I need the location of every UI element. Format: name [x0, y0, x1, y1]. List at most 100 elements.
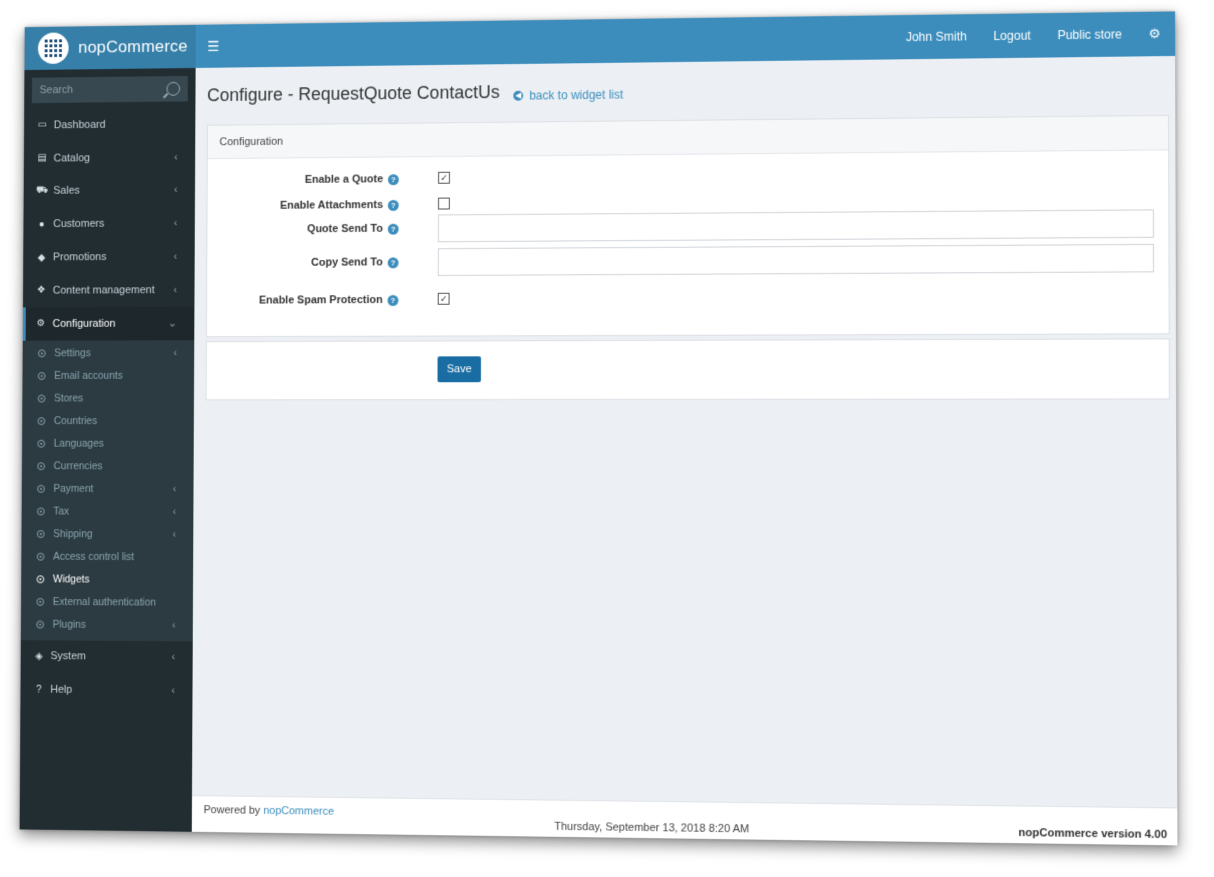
sidebar-subitem-external-authentication[interactable]: External authentication — [21, 591, 193, 615]
cart-icon: ⛟ — [36, 185, 49, 196]
sidebar-subitem-email-accounts[interactable]: Email accounts — [22, 364, 194, 387]
menu-toggle-icon[interactable]: ☰ — [207, 38, 219, 55]
title-row: Configure - RequestQuote ContactUs ◀ bac… — [207, 81, 623, 106]
chevron-left-icon: ‹ — [172, 529, 176, 541]
powered-prefix: Powered by — [203, 804, 261, 817]
subitem-label: Shipping — [53, 528, 93, 541]
sidebar-item-label: Configuration — [52, 317, 116, 330]
back-to-widget-list-link[interactable]: ◀ back to widget list — [513, 88, 623, 103]
sidebar-subitem-widgets[interactable]: Widgets — [21, 568, 193, 592]
sidebar-subitem-settings[interactable]: Settings ‹ — [23, 342, 195, 365]
sidebar-item-configuration[interactable]: ⚙ Configuration ⌄ — [22, 306, 195, 341]
label-text: Enable Spam Protection — [258, 294, 383, 307]
subitem-label: Tax — [53, 505, 70, 518]
subitem-label: Currencies — [53, 460, 103, 473]
sidebar-item-label: Sales — [53, 185, 80, 198]
sidebar-item-label: Dashboard — [53, 118, 106, 132]
circle-icon — [36, 620, 45, 629]
user-name-link[interactable]: John Smith — [906, 29, 967, 44]
actions-panel: Save — [205, 338, 1170, 401]
save-button[interactable]: Save — [437, 356, 481, 383]
search-icon[interactable] — [166, 81, 181, 96]
back-link-label: back to widget list — [529, 87, 624, 103]
subitem-label: Email accounts — [54, 370, 123, 382]
help-icon[interactable]: ? — [387, 256, 399, 268]
chevron-left-icon: ‹ — [173, 284, 178, 296]
sidebar-subitem-languages[interactable]: Languages — [22, 432, 194, 455]
logo-icon — [37, 32, 69, 65]
logout-link[interactable]: Logout — [993, 28, 1031, 43]
copy-send-to-row: Copy Send To ? — [207, 243, 1168, 279]
sidebar-subitem-stores[interactable]: Stores — [22, 387, 194, 410]
subitem-label: Stores — [53, 392, 84, 405]
sidebar-item-promotions[interactable]: ◆ Promotions ‹ — [23, 240, 195, 274]
subitem-label: Languages — [53, 437, 104, 450]
book-icon: ▤ — [37, 152, 47, 164]
sidebar-item-content-management[interactable]: ❖ Content management ‹ — [23, 273, 195, 307]
chevron-left-icon: ‹ — [174, 151, 178, 164]
user-icon: ● — [38, 219, 45, 230]
subitem-label: Plugins — [52, 618, 86, 631]
gears-icon[interactable]: ⚙ — [1149, 26, 1161, 42]
help-icon[interactable]: ? — [387, 199, 399, 211]
chevron-left-icon: ‹ — [173, 347, 177, 359]
configuration-panel: Configuration Enable a Quote ? ✓ Enable … — [205, 114, 1170, 338]
search-placeholder: Search — [39, 84, 74, 97]
question-icon: ? — [36, 684, 42, 696]
sidebar-item-label: Help — [50, 684, 73, 697]
chevron-left-icon: ‹ — [172, 506, 176, 518]
logo[interactable]: nopCommerce — [24, 24, 196, 71]
circle-icon — [37, 394, 46, 403]
circle-icon — [37, 462, 45, 471]
circle-icon — [36, 507, 45, 516]
public-store-link[interactable]: Public store — [1057, 27, 1121, 42]
admin-window: nopCommerce Search ▭ Dashboard ▤ Catalog… — [19, 11, 1178, 846]
sidebar-subitem-currencies[interactable]: Currencies — [22, 455, 194, 478]
circle-icon — [36, 530, 45, 539]
app-name: nopCommerce — [78, 36, 188, 57]
arrow-circle-left-icon: ◀ — [513, 90, 524, 101]
sidebar-subitem-countries[interactable]: Countries — [22, 410, 194, 433]
chevron-down-icon: ⌄ — [167, 317, 177, 330]
sidebar-item-dashboard[interactable]: ▭ Dashboard — [24, 107, 195, 142]
sidebar-subitem-tax[interactable]: Tax ‹ — [22, 500, 194, 523]
enable-spam-protection-checkbox[interactable]: ✓ — [437, 292, 450, 305]
subitem-label: Payment — [53, 483, 94, 495]
enable-quote-checkbox[interactable]: ✓ — [438, 171, 450, 184]
help-icon[interactable]: ? — [387, 223, 399, 235]
panel-title: Configuration — [207, 115, 1169, 160]
sidebar-item-label: Content management — [52, 284, 155, 297]
circle-icon — [37, 439, 46, 448]
enable-attachments-checkbox[interactable] — [438, 197, 450, 210]
subitem-label: External authentication — [52, 596, 156, 609]
cubes-icon: ❖ — [36, 285, 46, 297]
label-text: Enable a Quote — [304, 173, 384, 186]
subitem-label: Access control list — [53, 550, 135, 564]
circle-icon — [37, 417, 46, 426]
chevron-left-icon: ‹ — [173, 217, 178, 230]
sidebar-item-customers[interactable]: ● Customers ‹ — [23, 207, 195, 241]
sidebar-subitem-shipping[interactable]: Shipping ‹ — [21, 523, 193, 546]
help-icon[interactable]: ? — [387, 173, 399, 185]
quote-send-to-input[interactable] — [437, 209, 1154, 243]
sidebar-item-sales[interactable]: ⛟ Sales ‹ — [24, 174, 196, 209]
sidebar-item-catalog[interactable]: ▤ Catalog ‹ — [24, 140, 195, 175]
sidebar-item-label: Catalog — [53, 152, 91, 165]
sidebar-item-system[interactable]: ◈ System ‹ — [21, 640, 193, 675]
enable-spam-protection-label: Enable Spam Protection ? — [258, 294, 399, 307]
sidebar-subitem-plugins[interactable]: Plugins ‹ — [21, 613, 193, 637]
help-icon[interactable]: ? — [387, 294, 399, 306]
sidebar-item-help[interactable]: ? Help ‹ — [20, 673, 192, 708]
page-title: Configure - RequestQuote ContactUs — [207, 82, 500, 106]
main-content: Configure - RequestQuote ContactUs ◀ bac… — [192, 56, 1177, 808]
sidebar-search[interactable]: Search — [31, 75, 188, 104]
nopcommerce-link[interactable]: nopCommerce — [263, 805, 334, 818]
chevron-left-icon: ‹ — [172, 620, 176, 632]
gears-icon: ⚙ — [36, 318, 46, 330]
sidebar-subitem-payment[interactable]: Payment ‹ — [22, 478, 194, 501]
monitor-icon: ▭ — [37, 119, 47, 131]
powered-by: Powered by nopCommerce — [204, 804, 334, 818]
copy-send-to-input[interactable] — [437, 243, 1155, 276]
chevron-left-icon: ‹ — [172, 483, 177, 495]
sidebar-subitem-access-control-list[interactable]: Access control list — [21, 545, 193, 568]
